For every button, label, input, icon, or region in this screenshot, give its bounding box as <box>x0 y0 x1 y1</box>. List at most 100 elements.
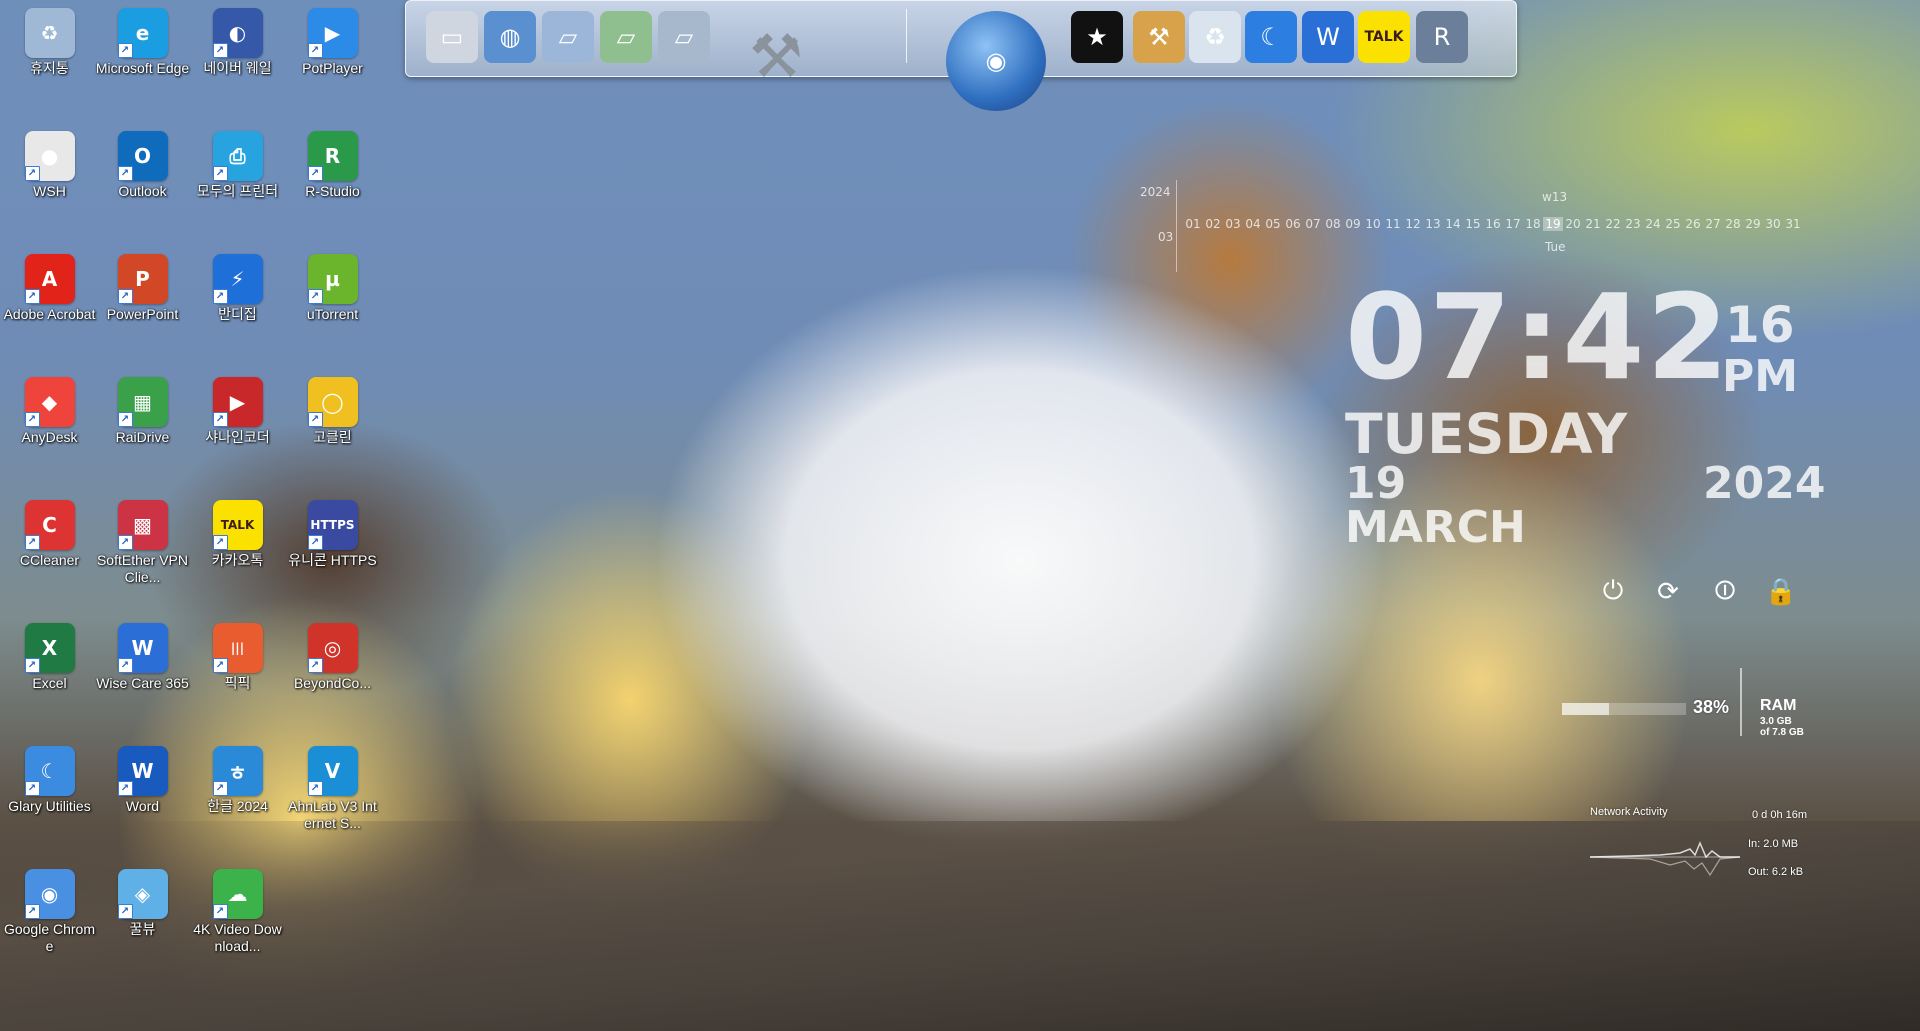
desktop-shortcut[interactable]: TALK ↗ 카카오톡 <box>190 494 285 594</box>
desktop-shortcut-label: PowerPoint <box>106 306 179 322</box>
calendar-day[interactable]: 01 <box>1183 217 1203 231</box>
calendar-day[interactable]: 11 <box>1383 217 1403 231</box>
calendar-day[interactable]: 12 <box>1403 217 1423 231</box>
desktop-shortcut[interactable]: ◯ ↗ 고클린 <box>285 371 380 471</box>
kakaotalk-icon[interactable]: TALK <box>1358 11 1410 63</box>
lock-icon[interactable]: 🔒 <box>1763 573 1799 609</box>
desktop-shortcut[interactable]: A ↗ Adobe Acrobat <box>2 248 97 348</box>
calendar-day[interactable]: 17 <box>1503 217 1523 231</box>
desktop-shortcut[interactable]: ⎙ ↗ 모두의 프린터 <box>190 125 285 225</box>
calendar-day[interactable]: 23 <box>1623 217 1643 231</box>
calendar-day[interactable]: 28 <box>1723 217 1743 231</box>
globe-icon[interactable]: ◉ <box>946 11 1046 111</box>
glary-utilities-icon: ☾ ↗ <box>24 746 75 796</box>
calendar-day[interactable]: 05 <box>1263 217 1283 231</box>
desktop-shortcut-label: Microsoft Edge <box>95 60 190 76</box>
desktop-shortcut[interactable]: ▶ ↗ 샤나인코더 <box>190 371 285 471</box>
raidrive-icon: ▦ ↗ <box>117 377 168 427</box>
desktop-shortcut[interactable]: C ↗ CCleaner <box>2 494 97 594</box>
desktop-shortcut-label: 유니콘 HTTPS <box>288 552 377 568</box>
calendar-day[interactable]: 08 <box>1323 217 1343 231</box>
naver-whale-icon: ◐ ↗ <box>212 8 263 58</box>
logoff-icon[interactable]: ⏼ <box>1707 573 1743 609</box>
desktop-shortcut-label: Word <box>125 798 160 814</box>
recycle-bin-icon[interactable]: ♻ <box>1189 11 1241 63</box>
calendar-day[interactable]: 19 <box>1543 217 1563 231</box>
calendar-day[interactable]: 30 <box>1763 217 1783 231</box>
icon-glyph: ◆ <box>41 390 58 414</box>
shortcut-arrow-icon: ↗ <box>117 412 133 427</box>
folder-sync-icon[interactable]: ▱ <box>600 11 652 63</box>
calendar-day[interactable]: 09 <box>1343 217 1363 231</box>
desktop-shortcut[interactable]: W ↗ Word <box>95 740 190 840</box>
calendar-day[interactable]: 27 <box>1703 217 1723 231</box>
calendar-day[interactable]: 20 <box>1563 217 1583 231</box>
honeyview-icon: ◈ ↗ <box>117 869 168 919</box>
calendar-day[interactable]: 07 <box>1303 217 1323 231</box>
desktop-shortcut-label: Glary Utilities <box>8 798 91 814</box>
desktop-shortcut[interactable]: ||| ↗ 픽픽 <box>190 617 285 717</box>
calendar-day[interactable]: 29 <box>1743 217 1763 231</box>
desktop-shortcut[interactable]: W ↗ Wise Care 365 <box>95 617 190 717</box>
desktop-shortcut[interactable]: ◉ ↗ Google Chrome <box>2 863 97 963</box>
calendar-day[interactable]: 22 <box>1603 217 1623 231</box>
desktop-shortcut[interactable]: ◈ ↗ 꿀뷰 <box>95 863 190 963</box>
calendar-day[interactable]: 26 <box>1683 217 1703 231</box>
folder-icon[interactable]: ▱ <box>542 11 594 63</box>
desktop-shortcut[interactable]: ♻ 휴지통 <box>2 2 97 102</box>
desktop-shortcut[interactable]: ☾ ↗ Glary Utilities <box>2 740 97 840</box>
desktop-shortcut[interactable]: ☁ ↗ 4K Video Download... <box>190 863 285 963</box>
utorrent-icon: µ ↗ <box>307 254 358 304</box>
calendar-day[interactable]: 02 <box>1203 217 1223 231</box>
desktop-shortcut[interactable]: ▦ ↗ RaiDrive <box>95 371 190 471</box>
desktop-shortcut[interactable]: R ↗ R-Studio <box>285 125 380 225</box>
kakaotalk-icon: TALK ↗ <box>212 500 263 550</box>
tools-icon[interactable]: ⚒ <box>736 17 816 97</box>
ram-total: of 7.8 GB <box>1760 727 1804 738</box>
desktop-shortcut[interactable]: ● ↗ WSH <box>2 125 97 225</box>
wise-shield-icon[interactable]: W <box>1302 11 1354 63</box>
tshirt-icon[interactable]: ★ <box>1071 11 1123 63</box>
desktop-shortcut[interactable]: ▩ ↗ SoftEther VPN Clie... <box>95 494 190 594</box>
clock-day: TUESDAY <box>1345 402 1628 466</box>
calendar-day[interactable]: 18 <box>1523 217 1543 231</box>
glary-moon-icon[interactable]: ☾ <box>1245 11 1297 63</box>
calendar-day[interactable]: 15 <box>1463 217 1483 231</box>
calendar-day[interactable]: 16 <box>1483 217 1503 231</box>
monitor-icon[interactable]: ▭ <box>426 11 478 63</box>
calendar-day[interactable]: 31 <box>1783 217 1803 231</box>
wise-care-icon: W ↗ <box>117 623 168 673</box>
desktop-shortcut[interactable]: ◐ ↗ 네이버 웨일 <box>190 2 285 102</box>
desktop-shortcut[interactable]: O ↗ Outlook <box>95 125 190 225</box>
desktop-shortcut[interactable]: ◎ ↗ BeyondCo... <box>285 617 380 717</box>
calendar-day[interactable]: 21 <box>1583 217 1603 231</box>
desktop-shortcut[interactable]: µ ↗ uTorrent <box>285 248 380 348</box>
desktop-shortcut[interactable]: ⚡ ↗ 반디집 <box>190 248 285 348</box>
desktop-shortcut[interactable]: e ↗ Microsoft Edge <box>95 2 190 102</box>
calendar-year: 2024 <box>1140 185 1171 199</box>
desktop-shortcut-label: Outlook <box>118 183 167 199</box>
calendar-day[interactable]: 25 <box>1663 217 1683 231</box>
beyond-compare-icon: ◎ ↗ <box>307 623 358 673</box>
calendar-day[interactable]: 03 <box>1223 217 1243 231</box>
calendar-day[interactable]: 04 <box>1243 217 1263 231</box>
folder-open-icon[interactable]: ▱ <box>658 11 710 63</box>
network-globe-icon[interactable]: ◍ <box>484 11 536 63</box>
desktop-shortcut[interactable]: V ↗ AhnLab V3 Internet S... <box>285 740 380 840</box>
desktop-shortcut[interactable]: ▶ ↗ PotPlayer <box>285 2 380 102</box>
shutdown-icon[interactable]: ⏻ <box>1595 573 1631 609</box>
desktop-shortcut[interactable]: HTTPS ↗ 유니콘 HTTPS <box>285 494 380 594</box>
shortcut-arrow-icon: ↗ <box>24 904 40 919</box>
restart-icon[interactable]: ⟳ <box>1650 573 1686 609</box>
r-studio-icon[interactable]: R <box>1416 11 1468 63</box>
calendar-day[interactable]: 24 <box>1643 217 1663 231</box>
calendar-day[interactable]: 10 <box>1363 217 1383 231</box>
calendar-day[interactable]: 13 <box>1423 217 1443 231</box>
calendar-day[interactable]: 06 <box>1283 217 1303 231</box>
hammer-icon[interactable]: ⚒ <box>1133 11 1185 63</box>
desktop-shortcut[interactable]: X ↗ Excel <box>2 617 97 717</box>
desktop-shortcut[interactable]: ㅎ ↗ 한글 2024 <box>190 740 285 840</box>
desktop-shortcut[interactable]: ◆ ↗ AnyDesk <box>2 371 97 471</box>
desktop-shortcut[interactable]: P ↗ PowerPoint <box>95 248 190 348</box>
calendar-day[interactable]: 14 <box>1443 217 1463 231</box>
